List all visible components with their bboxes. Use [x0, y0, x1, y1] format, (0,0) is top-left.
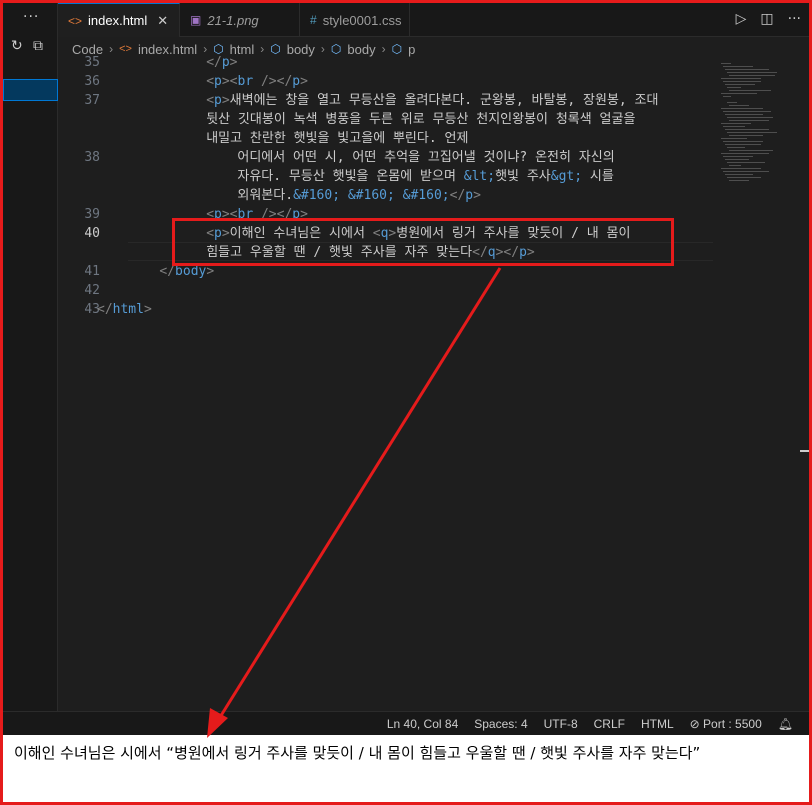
annotation-frame — [0, 0, 812, 805]
